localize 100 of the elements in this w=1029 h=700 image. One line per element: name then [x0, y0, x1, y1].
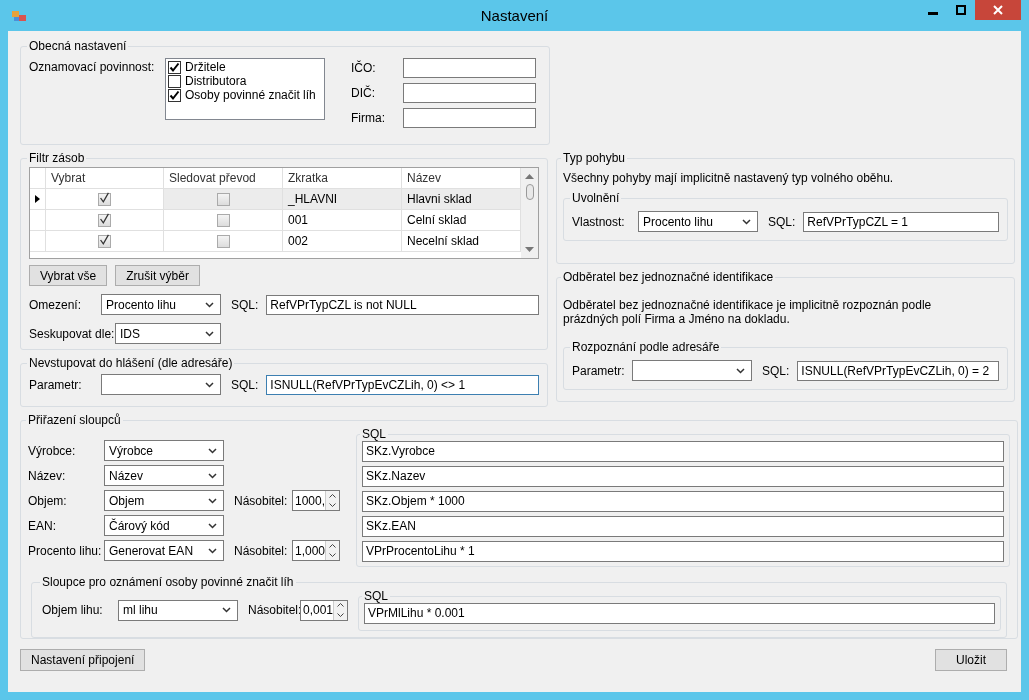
text-field[interactable]: VPrProcentoLihu * 1 — [362, 541, 1004, 562]
checkbox[interactable] — [98, 234, 111, 248]
field-label: Výrobce: — [28, 443, 77, 458]
spin-down-icon — [337, 612, 344, 617]
text-field[interactable]: RefVPrTypCZL = 1 — [803, 211, 999, 232]
checkbox[interactable] — [168, 60, 181, 74]
scroll-up-icon — [525, 174, 534, 179]
text-field[interactable]: SKz.Nazev — [362, 466, 1004, 487]
dropdown[interactable] — [101, 374, 221, 395]
scroll-down-icon — [525, 247, 534, 252]
maximize-icon — [955, 5, 966, 15]
text-field[interactable]: VPrMlLihu * 0.001 — [364, 603, 995, 624]
chevron-icon — [205, 330, 214, 337]
description-text: Všechny pohyby mají implicitně nastavený typ volného oběhu. — [563, 171, 895, 185]
window-title: Nastavení — [480, 7, 549, 24]
table-cell: Hlavni sklad — [402, 189, 521, 210]
table-cell: _HLAVNI — [283, 189, 402, 210]
text-field[interactable] — [403, 83, 536, 103]
checkbox[interactable] — [168, 88, 181, 102]
chevron-icon — [208, 522, 217, 529]
checkbox[interactable] — [216, 192, 230, 206]
group-title: Nevstupovat do hlášení (dle adresáře) — [28, 356, 234, 370]
number-field[interactable]: 0,001 — [300, 599, 348, 621]
dropdown[interactable] — [632, 360, 752, 381]
text-field[interactable]: SKz.Vyrobce — [362, 441, 1004, 462]
save-button[interactable]: Uložit — [935, 649, 1007, 671]
action-button[interactable]: Vybrat vše — [29, 265, 108, 286]
chevron-icon — [205, 301, 214, 308]
group-title: Odběratel bez jednoznačné identifikace — [562, 270, 775, 284]
field-label: Procento lihu: — [28, 543, 103, 558]
group-title: Přiřazení sloupců — [27, 413, 122, 427]
text-field[interactable] — [403, 108, 536, 128]
chevron-icon — [208, 472, 217, 479]
dropdown[interactable]: Generovat EAN — [104, 540, 224, 561]
chevron-icon — [208, 547, 217, 554]
table-cell: 002 — [283, 231, 402, 252]
close-icon — [993, 5, 1003, 15]
field-label: Oznamovací povinnost: — [29, 59, 156, 74]
field-label: Násobitel: — [248, 603, 300, 617]
column-header[interactable]: Vybrat — [46, 168, 164, 189]
text-field[interactable]: SKz.EAN — [362, 516, 1004, 537]
dropdown[interactable]: Čárový kód — [104, 515, 224, 536]
field-label: Název: — [28, 468, 67, 483]
text-field[interactable]: ISNULL(RefVPrTypEvCZLih, 0) = 2 — [797, 360, 999, 381]
checkbox[interactable] — [216, 213, 230, 227]
group-title: Filtr zásob — [28, 151, 86, 165]
field-label: Seskupovat dle: — [29, 326, 115, 341]
checkbox-item[interactable]: Distributora — [168, 74, 322, 88]
checkbox[interactable] — [98, 213, 111, 227]
spin-up-icon — [337, 603, 344, 608]
spin-down-icon — [329, 503, 336, 508]
row-header[interactable] — [30, 189, 46, 210]
number-field[interactable]: 1000, — [292, 490, 340, 511]
field-label: DIČ: — [351, 86, 376, 100]
scrollbar[interactable] — [521, 168, 538, 258]
checkbox[interactable] — [168, 74, 181, 88]
field-label: Parametr: — [29, 377, 83, 392]
table-row[interactable]: 002 Necelní sklad — [30, 231, 521, 252]
field-label: SQL: — [762, 363, 790, 378]
number-field[interactable]: 1,000 — [292, 540, 340, 561]
field-label: IČO: — [351, 61, 377, 75]
field-label: SQL: — [231, 377, 259, 392]
chevron-icon — [222, 607, 231, 613]
action-button[interactable]: Zrušit výběr — [115, 265, 200, 286]
close-button[interactable] — [975, 0, 1021, 20]
group-title: Obecná nastavení — [28, 39, 128, 53]
group-title: Rozpoznání podle adresáře — [571, 340, 721, 354]
dropdown[interactable]: Procento lihu — [101, 294, 221, 315]
dropdown[interactable]: IDS — [115, 323, 221, 344]
dropdown[interactable]: Objem — [104, 490, 224, 511]
field-label: Firma: — [351, 111, 386, 125]
dropdown[interactable]: Výrobce — [104, 440, 224, 461]
checkbox[interactable] — [216, 234, 230, 248]
text-field[interactable]: RefVPrTypCZL is not NULL — [266, 294, 539, 315]
connection-settings-button[interactable]: Nastavení připojení — [20, 649, 146, 671]
field-label: Omezení: — [29, 297, 83, 312]
text-field[interactable]: ISNULL(RefVPrTypEvCZLih, 0) <> 1 — [266, 374, 539, 395]
checkbox-item[interactable]: Osoby povinné značit líh — [168, 88, 322, 102]
scroll-thumb[interactable] — [525, 184, 534, 200]
minimize-icon — [927, 12, 938, 15]
dropdown[interactable]: Procento lihu — [638, 211, 758, 232]
table-row[interactable]: 001 Celní sklad — [30, 210, 521, 231]
field-label: SQL: — [231, 297, 259, 312]
field-label: EAN: — [28, 518, 57, 533]
dropdown[interactable]: Název — [104, 465, 224, 486]
chevron-icon — [208, 447, 217, 454]
spin-up-icon — [329, 493, 336, 498]
group-title: SQL — [361, 427, 387, 441]
field-label: Parametr: — [572, 363, 626, 378]
chevron-icon — [742, 218, 751, 225]
text-field[interactable] — [403, 58, 536, 78]
checkbox-item[interactable]: Držitele — [168, 60, 322, 74]
group-title: Sloupce pro oznámení osoby povinné značit líh — [41, 575, 295, 589]
checkbox[interactable] — [98, 192, 111, 206]
text-field[interactable]: SKz.Objem * 1000 — [362, 491, 1004, 512]
spin-down-icon — [329, 553, 336, 558]
dropdown[interactable]: ml lihu — [118, 599, 238, 621]
chevron-icon — [208, 497, 217, 504]
group-title: Uvolnění — [571, 191, 621, 205]
table-row[interactable]: _HLAVNI Hlavni sklad — [30, 189, 521, 210]
